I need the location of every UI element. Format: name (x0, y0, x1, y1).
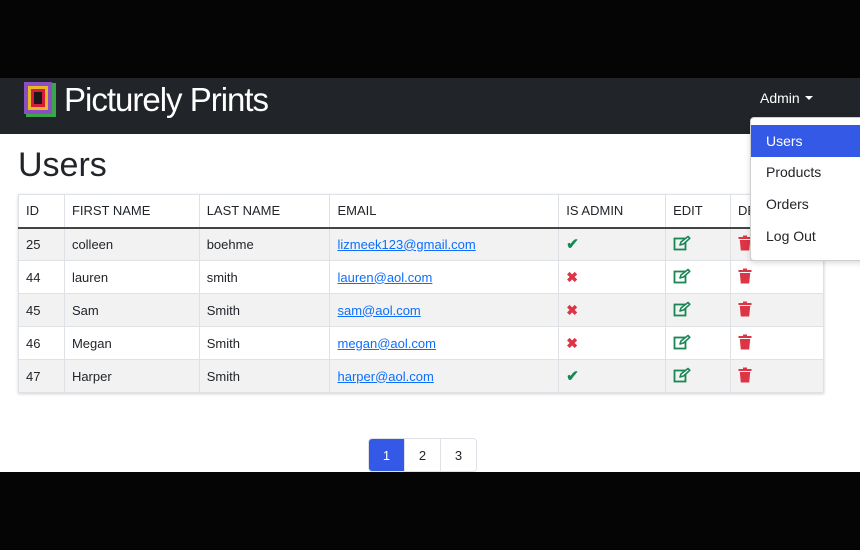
admin-dropdown-menu: Users Products Orders Log Out (750, 117, 860, 261)
pagination: 1 2 3 (368, 438, 477, 472)
table-header-row: ID FIRST NAME LAST NAME EMAIL IS ADMIN E… (18, 194, 824, 229)
column-header-is-admin: IS ADMIN (558, 194, 667, 229)
brand-logo (24, 82, 58, 118)
users-table: ID FIRST NAME LAST NAME EMAIL IS ADMIN E… (18, 194, 824, 393)
cell-id: 25 (18, 227, 65, 261)
cell-delete (730, 359, 824, 393)
dropdown-item-log-out[interactable]: Log Out (751, 220, 860, 252)
cross-icon: ✖ (566, 301, 578, 318)
column-header-first-name: FIRST NAME (63, 194, 200, 229)
cell-id: 45 (18, 293, 65, 327)
email-link[interactable]: harper@aol.com (337, 369, 433, 384)
cell-first-name: Megan (63, 326, 200, 360)
column-header-edit: EDIT (665, 194, 732, 229)
dropdown-item-users[interactable]: Users (751, 125, 860, 157)
edit-icon[interactable] (673, 235, 691, 254)
cell-last-name: smith (198, 260, 331, 294)
cell-email: lauren@aol.com (329, 260, 560, 294)
cross-icon: ✖ (566, 334, 578, 351)
cell-id: 47 (18, 359, 65, 393)
admin-dropdown-toggle[interactable]: Admin (760, 90, 813, 106)
cell-first-name: colleen (63, 227, 200, 261)
email-link[interactable]: lauren@aol.com (337, 270, 432, 285)
cell-email: sam@aol.com (329, 293, 560, 327)
cell-id: 46 (18, 326, 65, 360)
table-body: 25 colleen boehme lizmeek123@gmail.com ✔ 44 la… (18, 227, 824, 393)
table-row: 44 lauren smith lauren@aol.com ✖ (18, 260, 824, 294)
column-header-last-name: LAST NAME (198, 194, 331, 229)
admin-label: Admin (760, 90, 800, 106)
brand-link[interactable]: Picturely Prints (24, 80, 269, 120)
edit-icon[interactable] (673, 268, 691, 287)
cell-is-admin: ✔ (558, 359, 667, 393)
cell-is-admin: ✖ (558, 326, 667, 360)
trash-icon[interactable] (738, 301, 752, 320)
cell-is-admin: ✖ (558, 260, 667, 294)
cell-last-name: Smith (198, 293, 331, 327)
table-row: 47 Harper Smith harper@aol.com ✔ (18, 359, 824, 393)
navbar: Picturely Prints Admin (0, 78, 860, 134)
cell-delete (730, 326, 824, 360)
email-link[interactable]: megan@aol.com (337, 336, 435, 351)
column-header-email: EMAIL (329, 194, 560, 229)
edit-icon[interactable] (673, 367, 691, 386)
page-title: Users (18, 146, 107, 184)
cross-icon: ✖ (566, 268, 578, 285)
cell-edit (665, 260, 732, 294)
table-row: 45 Sam Smith sam@aol.com ✖ (18, 293, 824, 327)
edit-icon[interactable] (673, 301, 691, 320)
cell-edit (665, 293, 732, 327)
cell-is-admin: ✔ (558, 227, 667, 261)
edit-icon[interactable] (673, 334, 691, 353)
trash-icon[interactable] (738, 367, 752, 386)
table-row: 46 Megan Smith megan@aol.com ✖ (18, 326, 824, 360)
caret-down-icon (804, 96, 813, 100)
cell-edit (665, 227, 732, 261)
email-link[interactable]: sam@aol.com (337, 303, 420, 318)
cell-first-name: lauren (63, 260, 200, 294)
check-icon: ✔ (566, 236, 579, 254)
page-1-button[interactable]: 1 (369, 439, 404, 471)
cell-delete (730, 293, 824, 327)
dropdown-item-orders[interactable]: Orders (751, 188, 860, 220)
cell-email: megan@aol.com (329, 326, 560, 360)
cell-first-name: Sam (63, 293, 200, 327)
column-header-id: ID (18, 194, 65, 229)
cell-last-name: Smith (198, 326, 331, 360)
cell-id: 44 (18, 260, 65, 294)
cell-last-name: boehme (198, 227, 331, 261)
cell-is-admin: ✖ (558, 293, 667, 327)
cell-delete (730, 260, 824, 294)
dropdown-item-products[interactable]: Products (751, 156, 860, 188)
cell-edit (665, 359, 732, 393)
trash-icon[interactable] (738, 334, 752, 353)
app-viewport: Picturely Prints Admin Users ID FIRST NA… (0, 78, 860, 472)
cell-email: harper@aol.com (329, 359, 560, 393)
brand-name: Picturely Prints (64, 81, 269, 118)
email-link[interactable]: lizmeek123@gmail.com (337, 237, 475, 252)
cell-email: lizmeek123@gmail.com (329, 227, 560, 261)
cell-last-name: Smith (198, 359, 331, 393)
cell-first-name: Harper (63, 359, 200, 393)
table-row: 25 colleen boehme lizmeek123@gmail.com ✔ (18, 227, 824, 261)
page-3-button[interactable]: 3 (440, 439, 476, 471)
page-2-button[interactable]: 2 (404, 439, 440, 471)
trash-icon[interactable] (738, 268, 752, 287)
cell-edit (665, 326, 732, 360)
check-icon: ✔ (566, 368, 579, 385)
